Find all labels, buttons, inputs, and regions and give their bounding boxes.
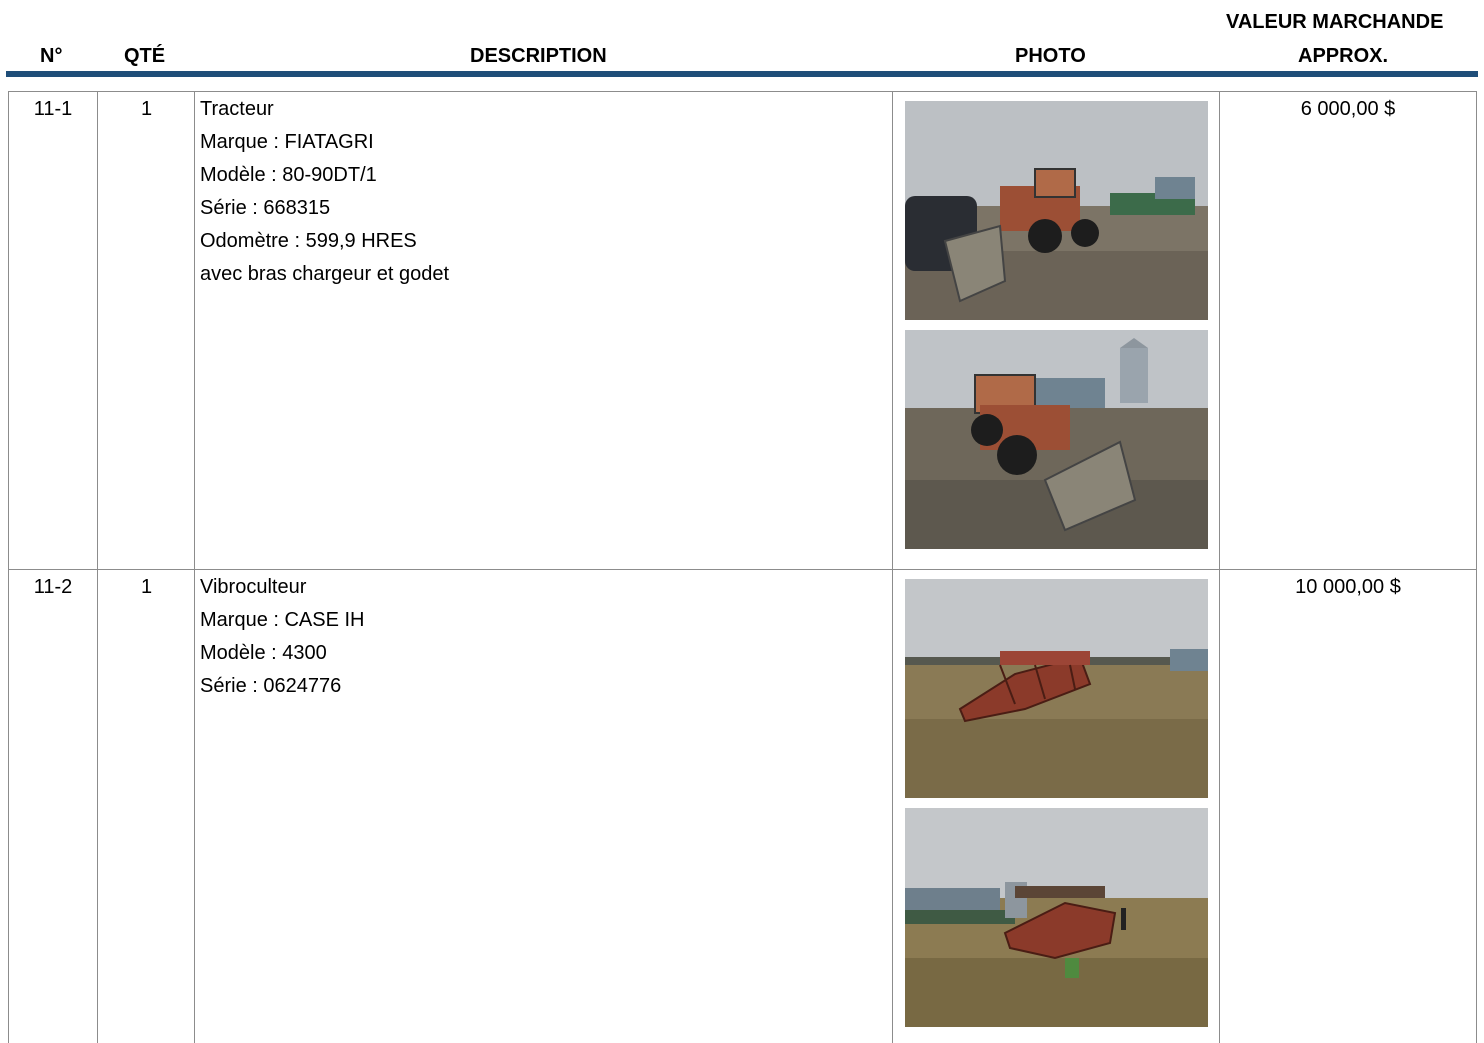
item-number: 11-2 xyxy=(33,576,73,598)
description-line: Série : 668315 xyxy=(200,197,331,219)
cultivator-photo xyxy=(905,579,1208,798)
grid-line xyxy=(194,92,195,1043)
header-description: DESCRIPTION xyxy=(470,45,607,67)
header-rule xyxy=(6,71,1478,77)
description-line: Série : 0624776 xyxy=(200,675,342,697)
description-line: Odomètre : 599,9 HRES xyxy=(200,230,417,252)
item-description: Tracteur Marque : FIATAGRI Modèle : 80-9… xyxy=(200,93,449,291)
cultivator-photo xyxy=(905,808,1208,1027)
grid-line xyxy=(892,92,893,1043)
description-line: Modèle : 4300 xyxy=(200,642,327,664)
row-divider xyxy=(8,569,1477,570)
description-line: Tracteur xyxy=(200,98,274,120)
header-no: N° xyxy=(40,45,63,67)
item-quantity: 1 xyxy=(140,576,153,598)
description-line: Marque : FIATAGRI xyxy=(200,131,374,153)
item-value: 6 000,00 $ xyxy=(1300,98,1396,120)
description-line: Vibroculteur xyxy=(200,576,307,598)
header-value-line1: VALEUR MARCHANDE xyxy=(1226,11,1444,33)
item-quantity: 1 xyxy=(140,98,153,120)
header-value-line2: APPROX. xyxy=(1298,45,1389,67)
description-line: Modèle : 80-90DT/1 xyxy=(200,164,377,186)
grid-line xyxy=(1476,92,1477,1043)
tractor-photo xyxy=(905,101,1208,320)
grid-line xyxy=(8,92,9,1043)
description-line: avec bras chargeur et godet xyxy=(200,263,450,285)
grid-line xyxy=(1219,92,1220,1043)
header-photo: PHOTO xyxy=(1015,45,1086,67)
header-qty: QTÉ xyxy=(124,45,166,67)
item-value: 10 000,00 $ xyxy=(1295,576,1401,598)
description-line: Marque : CASE IH xyxy=(200,609,365,631)
grid-line xyxy=(97,92,98,1043)
item-number: 11-1 xyxy=(33,98,73,120)
tractor-photo xyxy=(905,330,1208,549)
item-description: Vibroculteur Marque : CASE IH Modèle : 4… xyxy=(200,571,365,703)
